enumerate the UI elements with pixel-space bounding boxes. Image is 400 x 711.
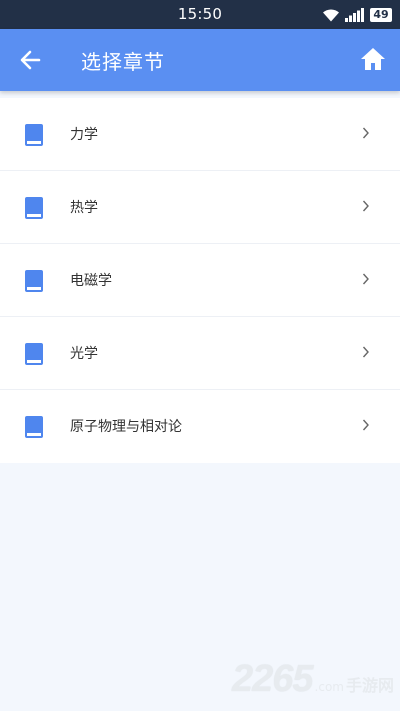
watermark-domain: .com (314, 680, 344, 694)
chapter-label: 热学 (70, 200, 98, 216)
watermark-number: 2265 (231, 658, 314, 700)
chapter-label: 光学 (70, 346, 98, 362)
chapter-item-optics[interactable]: 光学 (0, 317, 400, 390)
chapter-label: 力学 (70, 127, 98, 143)
watermark-site: 手游网 (345, 676, 394, 695)
book-icon (25, 197, 43, 219)
app-bar: 选择章节 (0, 29, 400, 91)
page-title: 选择章节 (81, 50, 165, 74)
book-icon (25, 124, 43, 146)
arrow-left-icon (20, 50, 41, 70)
chapter-item-electromagnetism[interactable]: 电磁学 (0, 244, 400, 317)
home-button[interactable] (358, 44, 388, 74)
chapter-item-mechanics[interactable]: 力学 (0, 98, 400, 171)
chevron-right-icon (362, 127, 369, 139)
signal-icon (345, 7, 364, 22)
book-icon (25, 270, 43, 292)
book-icon (25, 343, 43, 365)
wifi-icon (323, 8, 339, 21)
chapter-label: 原子物理与相对论 (70, 419, 182, 435)
chapter-label: 电磁学 (70, 273, 112, 289)
chapter-item-atomic-physics[interactable]: 原子物理与相对论 (0, 390, 400, 463)
chevron-right-icon (362, 346, 369, 358)
chapter-list: 力学 热学 电磁学 光学 原子物理与相对论 (0, 98, 400, 463)
home-icon (361, 48, 385, 70)
status-bar: 15:50 49 (0, 0, 400, 29)
chapter-item-thermodynamics[interactable]: 热学 (0, 171, 400, 244)
back-button[interactable] (14, 45, 46, 75)
chevron-right-icon (362, 273, 369, 285)
chevron-right-icon (362, 200, 369, 212)
book-icon (25, 416, 43, 438)
battery-icon: 49 (370, 7, 392, 22)
status-icons: 49 (322, 6, 392, 23)
chevron-right-icon (362, 419, 369, 431)
watermark: 2265 .com 手游网 (232, 658, 394, 701)
